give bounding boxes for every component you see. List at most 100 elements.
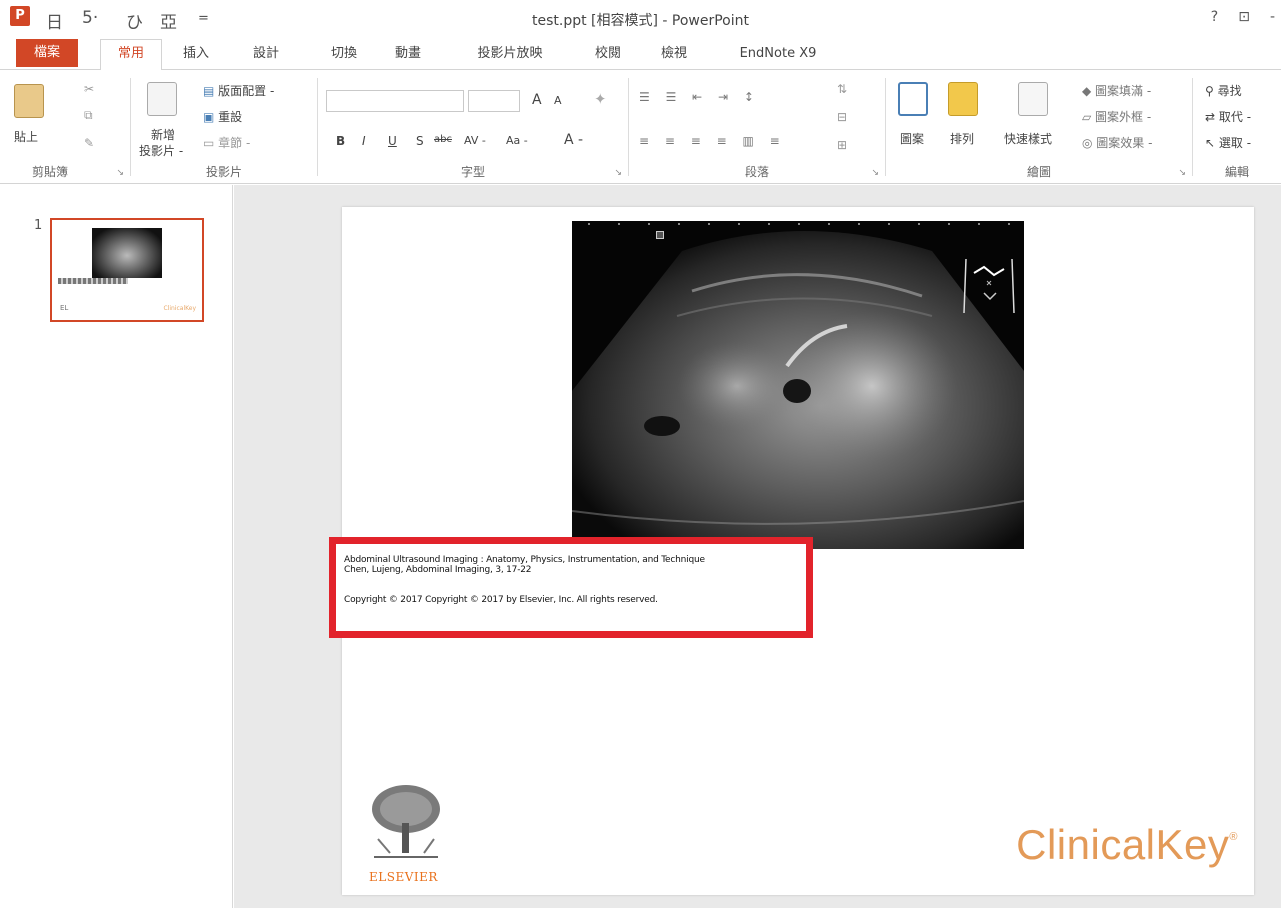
registered-mark: ® — [1229, 831, 1238, 843]
reset-button[interactable]: ▣ 重設 — [203, 108, 242, 125]
underline-button[interactable]: U — [388, 134, 397, 148]
clear-format-icon[interactable]: ✦ — [594, 90, 607, 108]
grow-font-icon[interactable]: A — [532, 92, 542, 108]
tab-insert[interactable]: 插入 — [170, 42, 222, 70]
tab-animations[interactable]: 動畫 — [382, 42, 434, 70]
shapes-button[interactable]: 圖案 — [900, 130, 924, 147]
slide-thumbnail-1[interactable]: EL ClinicalKey — [50, 218, 204, 322]
tab-transitions[interactable]: 切換 — [318, 42, 370, 70]
format-painter-icon[interactable]: ✎ — [84, 136, 94, 150]
copy-icon[interactable]: ⧉ — [84, 108, 93, 123]
body-marker-icon — [963, 258, 1015, 314]
minimize-icon[interactable]: - — [1270, 9, 1275, 25]
font-group-label: 字型 — [460, 165, 485, 179]
shapes-icon[interactable] — [898, 82, 928, 116]
section-button[interactable]: ▭ 章節 - — [203, 134, 250, 151]
ultrasound-depth-tick — [678, 223, 680, 225]
font-launcher-icon[interactable]: ↘ — [614, 168, 622, 178]
align-buttons[interactable]: ≡ ≡ ≡ ≡ ▥ ≡ — [639, 134, 786, 148]
tab-file[interactable]: 檔案 — [16, 39, 78, 67]
text-direction-icon[interactable]: ⇅ — [837, 82, 847, 96]
elsevier-logo: ELSEVIER — [364, 779, 448, 887]
bold-button[interactable]: B — [336, 134, 345, 148]
effects-icon: ◎ — [1082, 136, 1097, 150]
section-label: 章節 - — [218, 136, 251, 150]
shape-fill-label: 圖案填滿 - — [1095, 84, 1152, 98]
shape-effects-label: 圖案效果 - — [1096, 136, 1153, 150]
window-controls: ? ⊡ - — [1211, 9, 1275, 25]
tab-slideshow[interactable]: 投影片放映 — [450, 42, 570, 70]
shape-fill-button[interactable]: ◆ 圖案填滿 - — [1082, 82, 1151, 99]
paragraph-group: ☰ ☰ ⇤ ⇥ ↕ ⇅ ⊟ ⊞ ≡ ≡ ≡ ≡ ▥ ≡ 段落 ↘ — [629, 70, 885, 184]
layout-button[interactable]: ▤ 版面配置 - — [203, 82, 274, 99]
editing-group-label: 編輯 — [1224, 165, 1249, 179]
reset-label: 重設 — [218, 110, 243, 124]
clipboard-group-label: 剪貼簿 — [31, 165, 68, 179]
ultrasound-depth-tick — [738, 223, 740, 225]
select-icon: ↖ — [1205, 136, 1219, 150]
ultrasound-depth-tick — [828, 223, 830, 225]
shadow-button[interactable]: S — [416, 134, 424, 148]
ultrasound-depth-tick — [708, 223, 710, 225]
ultrasound-depth-tick — [768, 223, 770, 225]
slide-thumbnail-pane: 1 EL ClinicalKey — [0, 185, 233, 908]
tab-view[interactable]: 檢視 — [648, 42, 700, 70]
list-buttons[interactable]: ☰ ☰ ⇤ ⇥ ↕ — [639, 90, 760, 104]
ribbon-tabs: 檔案 常用 插入 設計 切換 動畫 投影片放映 校閱 檢視 EndNote X9 — [0, 36, 1281, 71]
clinicalkey-wordmark: ClinicalKey — [1016, 821, 1230, 868]
replace-label: 取代 - — [1218, 110, 1252, 124]
shrink-font-icon[interactable]: A — [554, 94, 562, 107]
align-text-icon[interactable]: ⊟ — [837, 110, 847, 124]
shape-outline-label: 圖案外框 - — [1095, 110, 1152, 124]
paragraph-launcher-icon[interactable]: ↘ — [871, 168, 879, 178]
strikethrough-button[interactable]: abc — [434, 134, 452, 145]
probe-orientation-marker — [656, 231, 664, 239]
tab-endnote[interactable]: EndNote X9 — [722, 42, 834, 70]
citation-authors: Chen, Lujeng, Abdominal Imaging, 3, 17-2… — [344, 565, 532, 575]
thumbnail-logo: EL — [60, 304, 69, 312]
new-slide-label-1[interactable]: 新增 — [151, 126, 175, 143]
cut-icon[interactable]: ✂ — [84, 82, 94, 96]
tab-design[interactable]: 設計 — [240, 42, 292, 70]
new-slide-icon[interactable] — [147, 82, 177, 116]
ribbon-display-options-icon[interactable]: ⊡ — [1238, 9, 1250, 25]
font-size-dropdown[interactable] — [468, 90, 520, 112]
shape-outline-button[interactable]: ▱ 圖案外框 - — [1082, 108, 1151, 125]
font-name-dropdown[interactable] — [326, 90, 464, 112]
select-button[interactable]: ↖ 選取 - — [1205, 134, 1251, 151]
citation-textbox-highlighted[interactable]: Abdominal Ultrasound Imaging : Anatomy, … — [329, 537, 813, 638]
select-label: 選取 - — [1218, 136, 1252, 150]
smartart-icon[interactable]: ⊞ — [837, 138, 847, 152]
paste-icon[interactable] — [14, 84, 44, 118]
editing-group: ⚲ 尋找 ⇄ 取代 - ↖ 選取 - 編輯 — [1193, 70, 1281, 184]
font-color-button[interactable]: A - — [564, 132, 583, 148]
clipboard-group: 貼上 ✂ ⧉ ✎ 剪貼簿 ↘ — [0, 70, 130, 184]
ultrasound-depth-tick — [1008, 223, 1010, 225]
find-label: 尋找 — [1217, 84, 1242, 98]
drawing-launcher-icon[interactable]: ↘ — [1178, 168, 1186, 178]
arrange-icon[interactable] — [948, 82, 978, 116]
arrange-button[interactable]: 排列 — [950, 130, 974, 147]
slide-canvas[interactable]: Abdominal Ultrasound Imaging : Anatomy, … — [329, 207, 1254, 895]
shape-effects-button[interactable]: ◎ 圖案效果 - — [1082, 134, 1152, 151]
ultrasound-image[interactable] — [572, 221, 1024, 549]
clinicalkey-logo: ClinicalKey® — [1016, 821, 1238, 869]
elsevier-tree-icon — [372, 785, 440, 858]
replace-button[interactable]: ⇄ 取代 - — [1205, 108, 1251, 125]
paste-button[interactable]: 貼上 — [14, 128, 38, 145]
thumbnail-image — [92, 228, 162, 278]
tab-home[interactable]: 常用 — [100, 39, 162, 71]
new-slide-label-2[interactable]: 投影片 - — [139, 142, 183, 159]
quick-styles-button[interactable]: 快速樣式 — [1004, 130, 1052, 147]
slide-number: 1 — [34, 218, 43, 233]
tab-review[interactable]: 校閱 — [584, 42, 632, 70]
find-button[interactable]: ⚲ 尋找 — [1205, 82, 1242, 99]
quick-styles-icon[interactable] — [1018, 82, 1048, 116]
help-icon[interactable]: ? — [1211, 9, 1218, 25]
citation-copyright: Copyright © 2017 Copyright © 2017 by Els… — [344, 595, 658, 605]
char-spacing-button[interactable]: AV - — [464, 134, 486, 147]
powerpoint-window: P 日 5· ひ 亞 = test.ppt [相容模式] - PowerPoin… — [0, 0, 1281, 908]
change-case-button[interactable]: Aa - — [506, 134, 528, 147]
italic-button[interactable]: I — [362, 134, 366, 148]
clipboard-launcher-icon[interactable]: ↘ — [116, 168, 124, 178]
